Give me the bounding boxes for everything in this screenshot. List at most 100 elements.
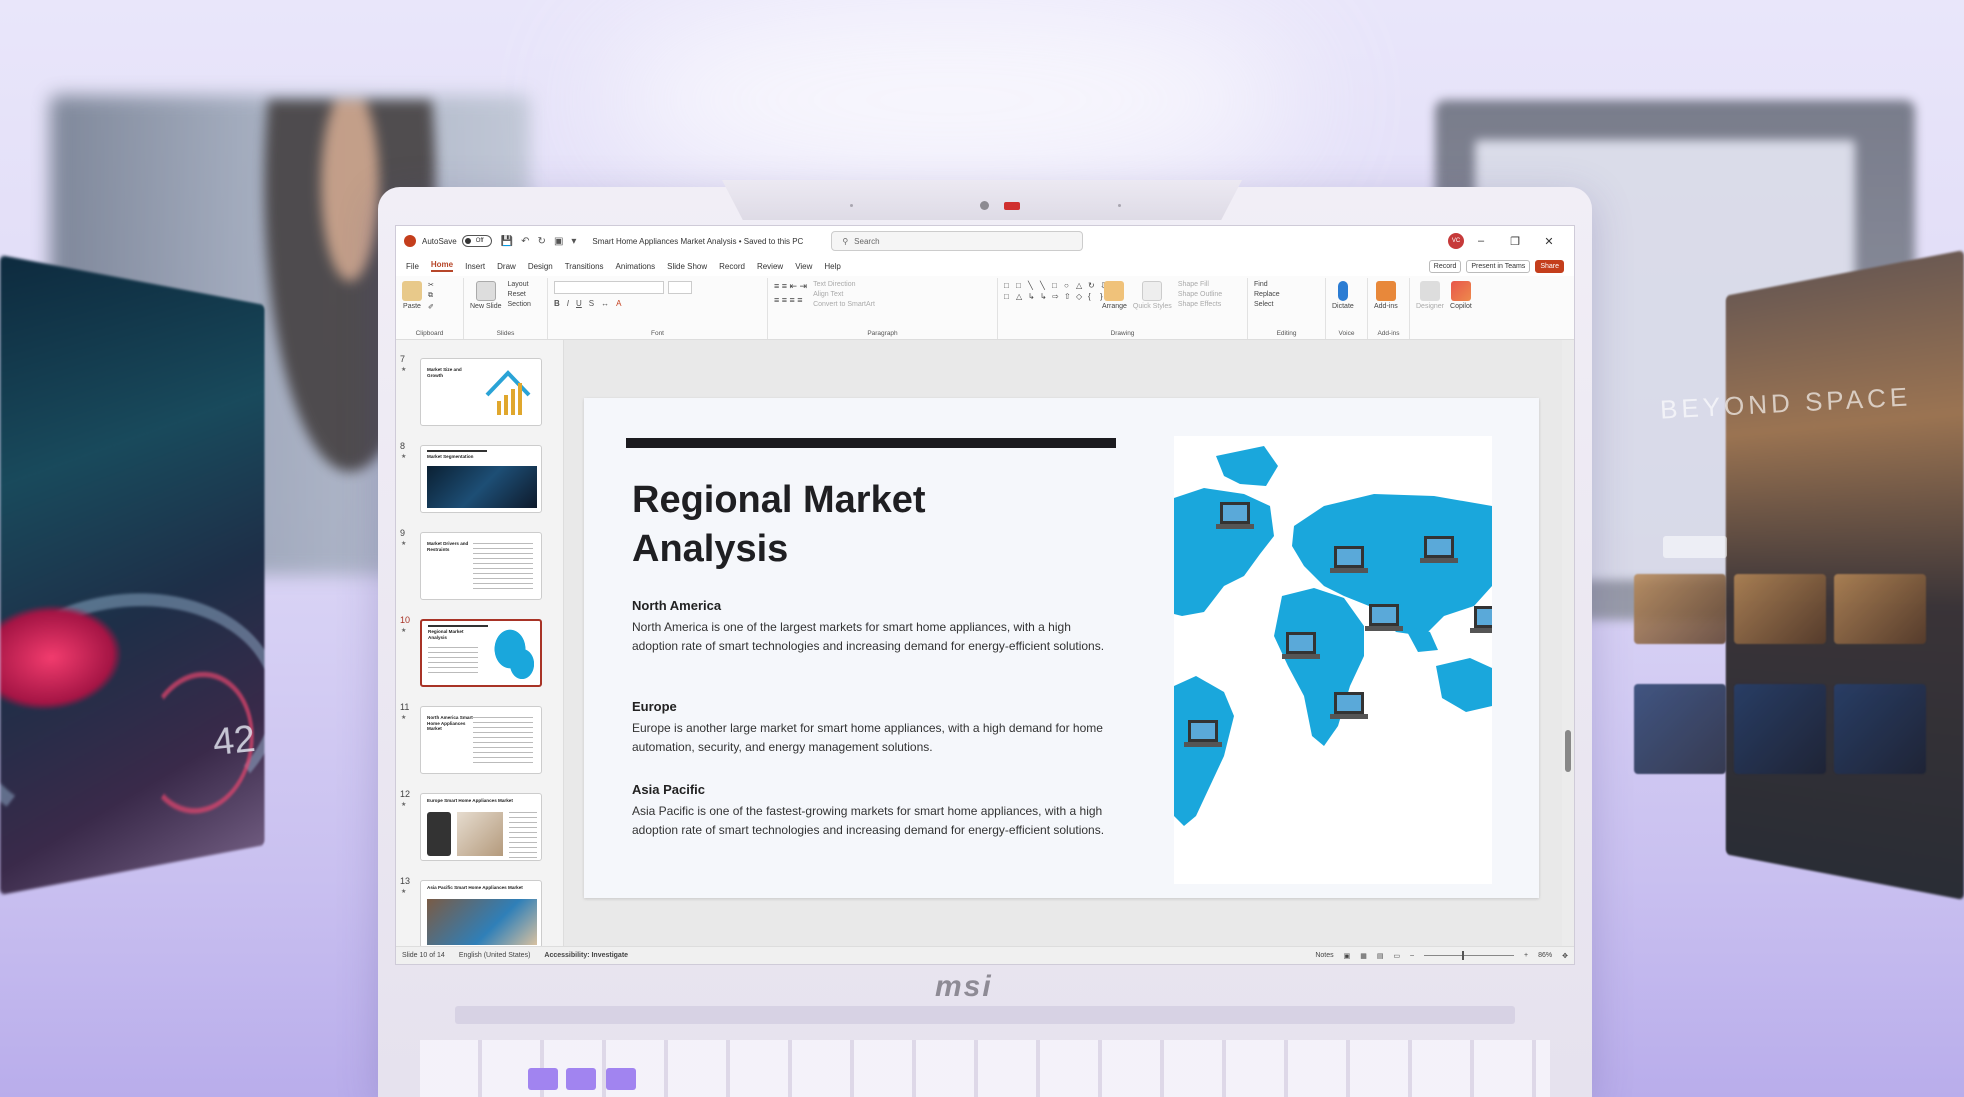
slide-scrollbar[interactable] xyxy=(1562,340,1574,946)
document-title[interactable]: Smart Home Appliances Market Analysis • … xyxy=(592,237,803,246)
thumbnail-item[interactable]: 12 ★ Europe Smart Home Appliances Market xyxy=(396,789,556,861)
restore-icon[interactable]: ❐ xyxy=(1498,235,1532,248)
copilot-button[interactable]: Copilot xyxy=(1450,281,1472,310)
tab-draw[interactable]: Draw xyxy=(497,262,516,271)
copy-icon[interactable]: ⧉ xyxy=(428,292,434,300)
tab-transitions[interactable]: Transitions xyxy=(565,262,604,271)
zoom-out-icon[interactable]: – xyxy=(1410,952,1414,959)
redo-icon[interactable]: ↻ xyxy=(538,236,546,247)
thumbnail-item[interactable]: 11 ★ North America Smart Home Appliances… xyxy=(396,702,556,774)
cut-icon[interactable]: ✂ xyxy=(428,281,434,289)
zoom-level[interactable]: 86% xyxy=(1538,952,1552,959)
tab-slide-show[interactable]: Slide Show xyxy=(667,262,707,271)
reading-view-icon[interactable]: ▤ xyxy=(1377,952,1384,960)
find-button[interactable]: Find xyxy=(1254,281,1280,288)
slideshow-view-icon[interactable]: ▭ xyxy=(1393,952,1400,960)
notes-button[interactable]: Notes xyxy=(1315,952,1333,959)
customize-qat-icon[interactable]: ▾ xyxy=(571,236,576,247)
tab-review[interactable]: Review xyxy=(757,262,783,271)
autosave-toggle[interactable]: Off xyxy=(462,235,492,247)
arrange-button[interactable]: Arrange xyxy=(1102,281,1127,310)
zoom-in-icon[interactable]: + xyxy=(1524,952,1528,959)
thumbnail-title: Asia Pacific Smart Home Appliances Marke… xyxy=(427,885,537,891)
quick-styles-button[interactable]: Quick Styles xyxy=(1133,281,1172,310)
thumbnail-item[interactable]: 9 ★ Market Drivers and Restraints xyxy=(396,528,556,600)
align-text-button[interactable]: Align Text xyxy=(813,291,875,298)
slide-sorter-icon[interactable]: ▦ xyxy=(1360,952,1367,960)
shape-fill-button[interactable]: Shape Fill xyxy=(1178,281,1222,288)
section-button[interactable]: Section xyxy=(508,301,531,308)
minimize-icon[interactable]: – xyxy=(1464,235,1498,247)
thumbnail-item[interactable]: 8 ★ Market Segmentation xyxy=(396,441,556,513)
search-input[interactable]: ⚲ Search xyxy=(831,231,1083,251)
add-ins-button[interactable]: Add-ins xyxy=(1374,281,1398,310)
shape-outline-button[interactable]: Shape Outline xyxy=(1178,291,1222,298)
thumbnail-number: 9 xyxy=(400,528,405,538)
underline-icon[interactable]: U xyxy=(576,299,582,308)
tab-design[interactable]: Design xyxy=(528,262,553,271)
undo-icon[interactable]: ↶ xyxy=(521,236,529,247)
shapes-gallery[interactable]: □ □ ╲ ╲ □ ○ △ ↻ ⇩ □ △ ↳ ↳ ⇨ ⇧ ◇{} xyxy=(1004,281,1096,301)
thumbnail-item-active[interactable]: 10 ★ Regional Market Analysis xyxy=(396,615,556,687)
normal-view-icon[interactable]: ▣ xyxy=(1344,952,1351,960)
animation-star-icon: ★ xyxy=(401,801,406,808)
font-size-select[interactable] xyxy=(668,281,692,294)
font-name-select[interactable] xyxy=(554,281,664,294)
section-body-north-america[interactable]: North America is one of the largest mark… xyxy=(632,618,1112,655)
tab-home[interactable]: Home xyxy=(431,260,453,272)
slide[interactable]: Regional Market Analysis North America N… xyxy=(584,398,1539,898)
tab-animations[interactable]: Animations xyxy=(616,262,656,271)
tab-help[interactable]: Help xyxy=(824,262,840,271)
bullets-icon[interactable]: ≡ ≡ ⇤ ⇥ xyxy=(774,281,807,292)
thumbnail-title: Europe Smart Home Appliances Market xyxy=(427,798,537,804)
thumbnail-item[interactable]: 7 ★ Market Size and Growth xyxy=(396,354,556,426)
save-icon[interactable]: 💾 xyxy=(501,236,513,247)
designer-button[interactable]: Designer xyxy=(1416,281,1444,310)
tab-file[interactable]: File xyxy=(406,262,419,271)
convert-smartart-button[interactable]: Convert to SmartArt xyxy=(813,301,875,308)
zoom-slider[interactable] xyxy=(1424,955,1514,956)
shape-effects-button[interactable]: Shape Effects xyxy=(1178,301,1222,308)
thumbnail-title: Market Segmentation xyxy=(427,454,497,460)
fit-slide-icon[interactable]: ✥ xyxy=(1562,952,1568,960)
new-slide-button[interactable]: New Slide xyxy=(470,281,502,310)
record-button[interactable]: Record xyxy=(1429,260,1462,273)
avatar[interactable]: VC xyxy=(1448,233,1464,249)
laptop-logo: msi xyxy=(935,970,993,1004)
reset-button[interactable]: Reset xyxy=(508,291,531,298)
gauge-value: 42 xyxy=(211,718,258,765)
section-body-asia-pacific[interactable]: Asia Pacific is one of the fastest-growi… xyxy=(632,802,1112,839)
present-in-teams-button[interactable]: Present in Teams xyxy=(1466,260,1530,273)
close-icon[interactable]: ✕ xyxy=(1532,235,1566,248)
replace-button[interactable]: Replace xyxy=(1254,291,1280,298)
present-icon[interactable]: ▣ xyxy=(554,236,563,247)
format-painter-icon[interactable]: ✐ xyxy=(428,303,434,311)
tab-record[interactable]: Record xyxy=(719,262,745,271)
section-heading-europe[interactable]: Europe xyxy=(632,699,677,714)
section-heading-north-america[interactable]: North America xyxy=(632,598,721,613)
tab-insert[interactable]: Insert xyxy=(465,262,485,271)
select-button[interactable]: Select xyxy=(1254,301,1280,308)
align-icon[interactable]: ≡ ≡ ≡ ≡ xyxy=(774,295,807,305)
tab-view[interactable]: View xyxy=(795,262,812,271)
accessibility-status[interactable]: Accessibility: Investigate xyxy=(544,952,628,959)
language-indicator[interactable]: English (United States) xyxy=(459,952,531,959)
thumbnail-item[interactable]: 13 ★ Asia Pacific Smart Home Appliances … xyxy=(396,876,556,946)
italic-icon[interactable]: I xyxy=(567,299,569,308)
slide-scroll-knob[interactable] xyxy=(1565,730,1571,772)
thumbnail-title: Regional Market Analysis xyxy=(428,629,478,640)
paste-button[interactable]: Paste xyxy=(402,281,422,310)
section-heading-asia-pacific[interactable]: Asia Pacific xyxy=(632,782,705,797)
text-direction-button[interactable]: Text Direction xyxy=(813,281,875,288)
layout-button[interactable]: Layout xyxy=(508,281,531,288)
section-body-europe[interactable]: Europe is another large market for smart… xyxy=(632,719,1112,756)
bold-icon[interactable]: B xyxy=(554,299,560,308)
font-color-icon[interactable]: A xyxy=(616,299,621,308)
strikethrough-icon[interactable]: S xyxy=(589,299,594,308)
world-map-image[interactable] xyxy=(1174,436,1492,884)
slide-title[interactable]: Regional Market Analysis xyxy=(632,476,1052,575)
char-spacing-icon[interactable]: ↔ xyxy=(601,299,609,308)
dictate-button[interactable]: Dictate xyxy=(1332,281,1354,310)
slides-group-label: Slides xyxy=(464,330,547,337)
share-button[interactable]: Share xyxy=(1535,260,1564,273)
